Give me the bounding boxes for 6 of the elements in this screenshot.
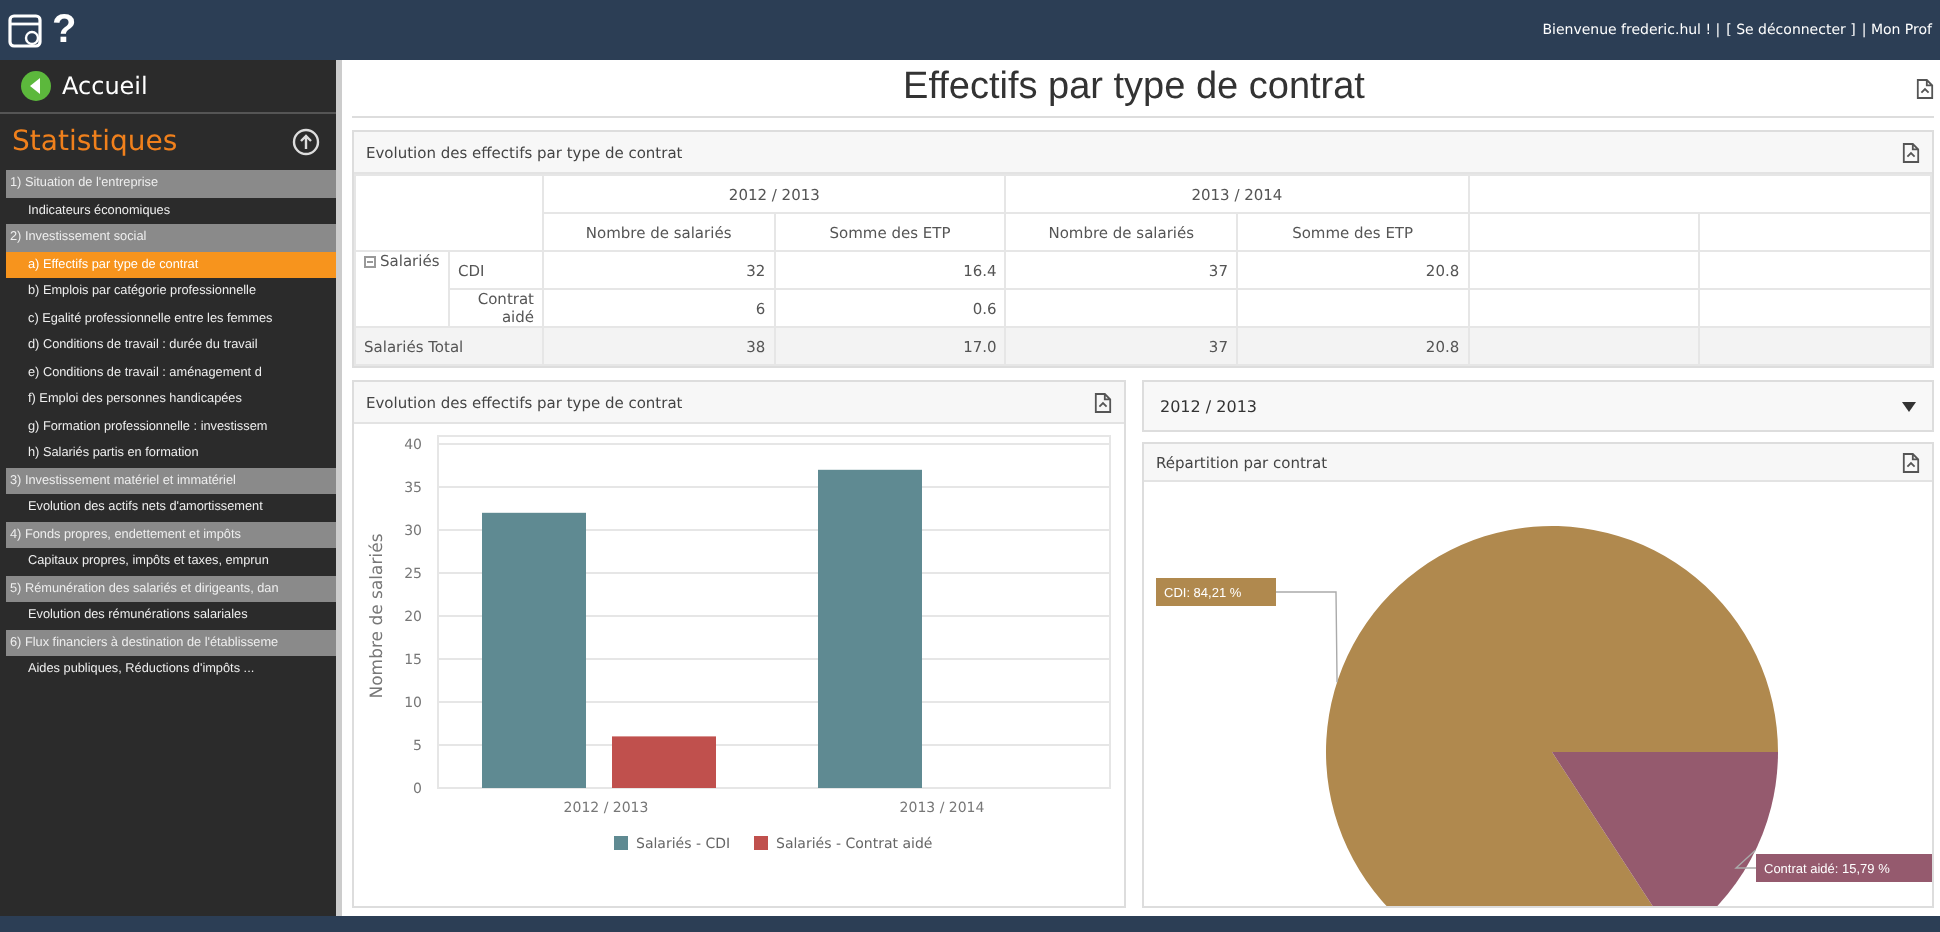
sidebar-heading: Statistiques xyxy=(12,126,178,158)
home-link[interactable]: Accueil xyxy=(62,72,148,100)
page-title: Effectifs par type de contrat xyxy=(901,66,1367,110)
help-icon[interactable]: ? xyxy=(52,7,77,53)
y-axis-title: Nombre de salariés xyxy=(368,533,388,699)
period-dropdown[interactable]: 2012 / 2013 xyxy=(1142,380,1934,432)
